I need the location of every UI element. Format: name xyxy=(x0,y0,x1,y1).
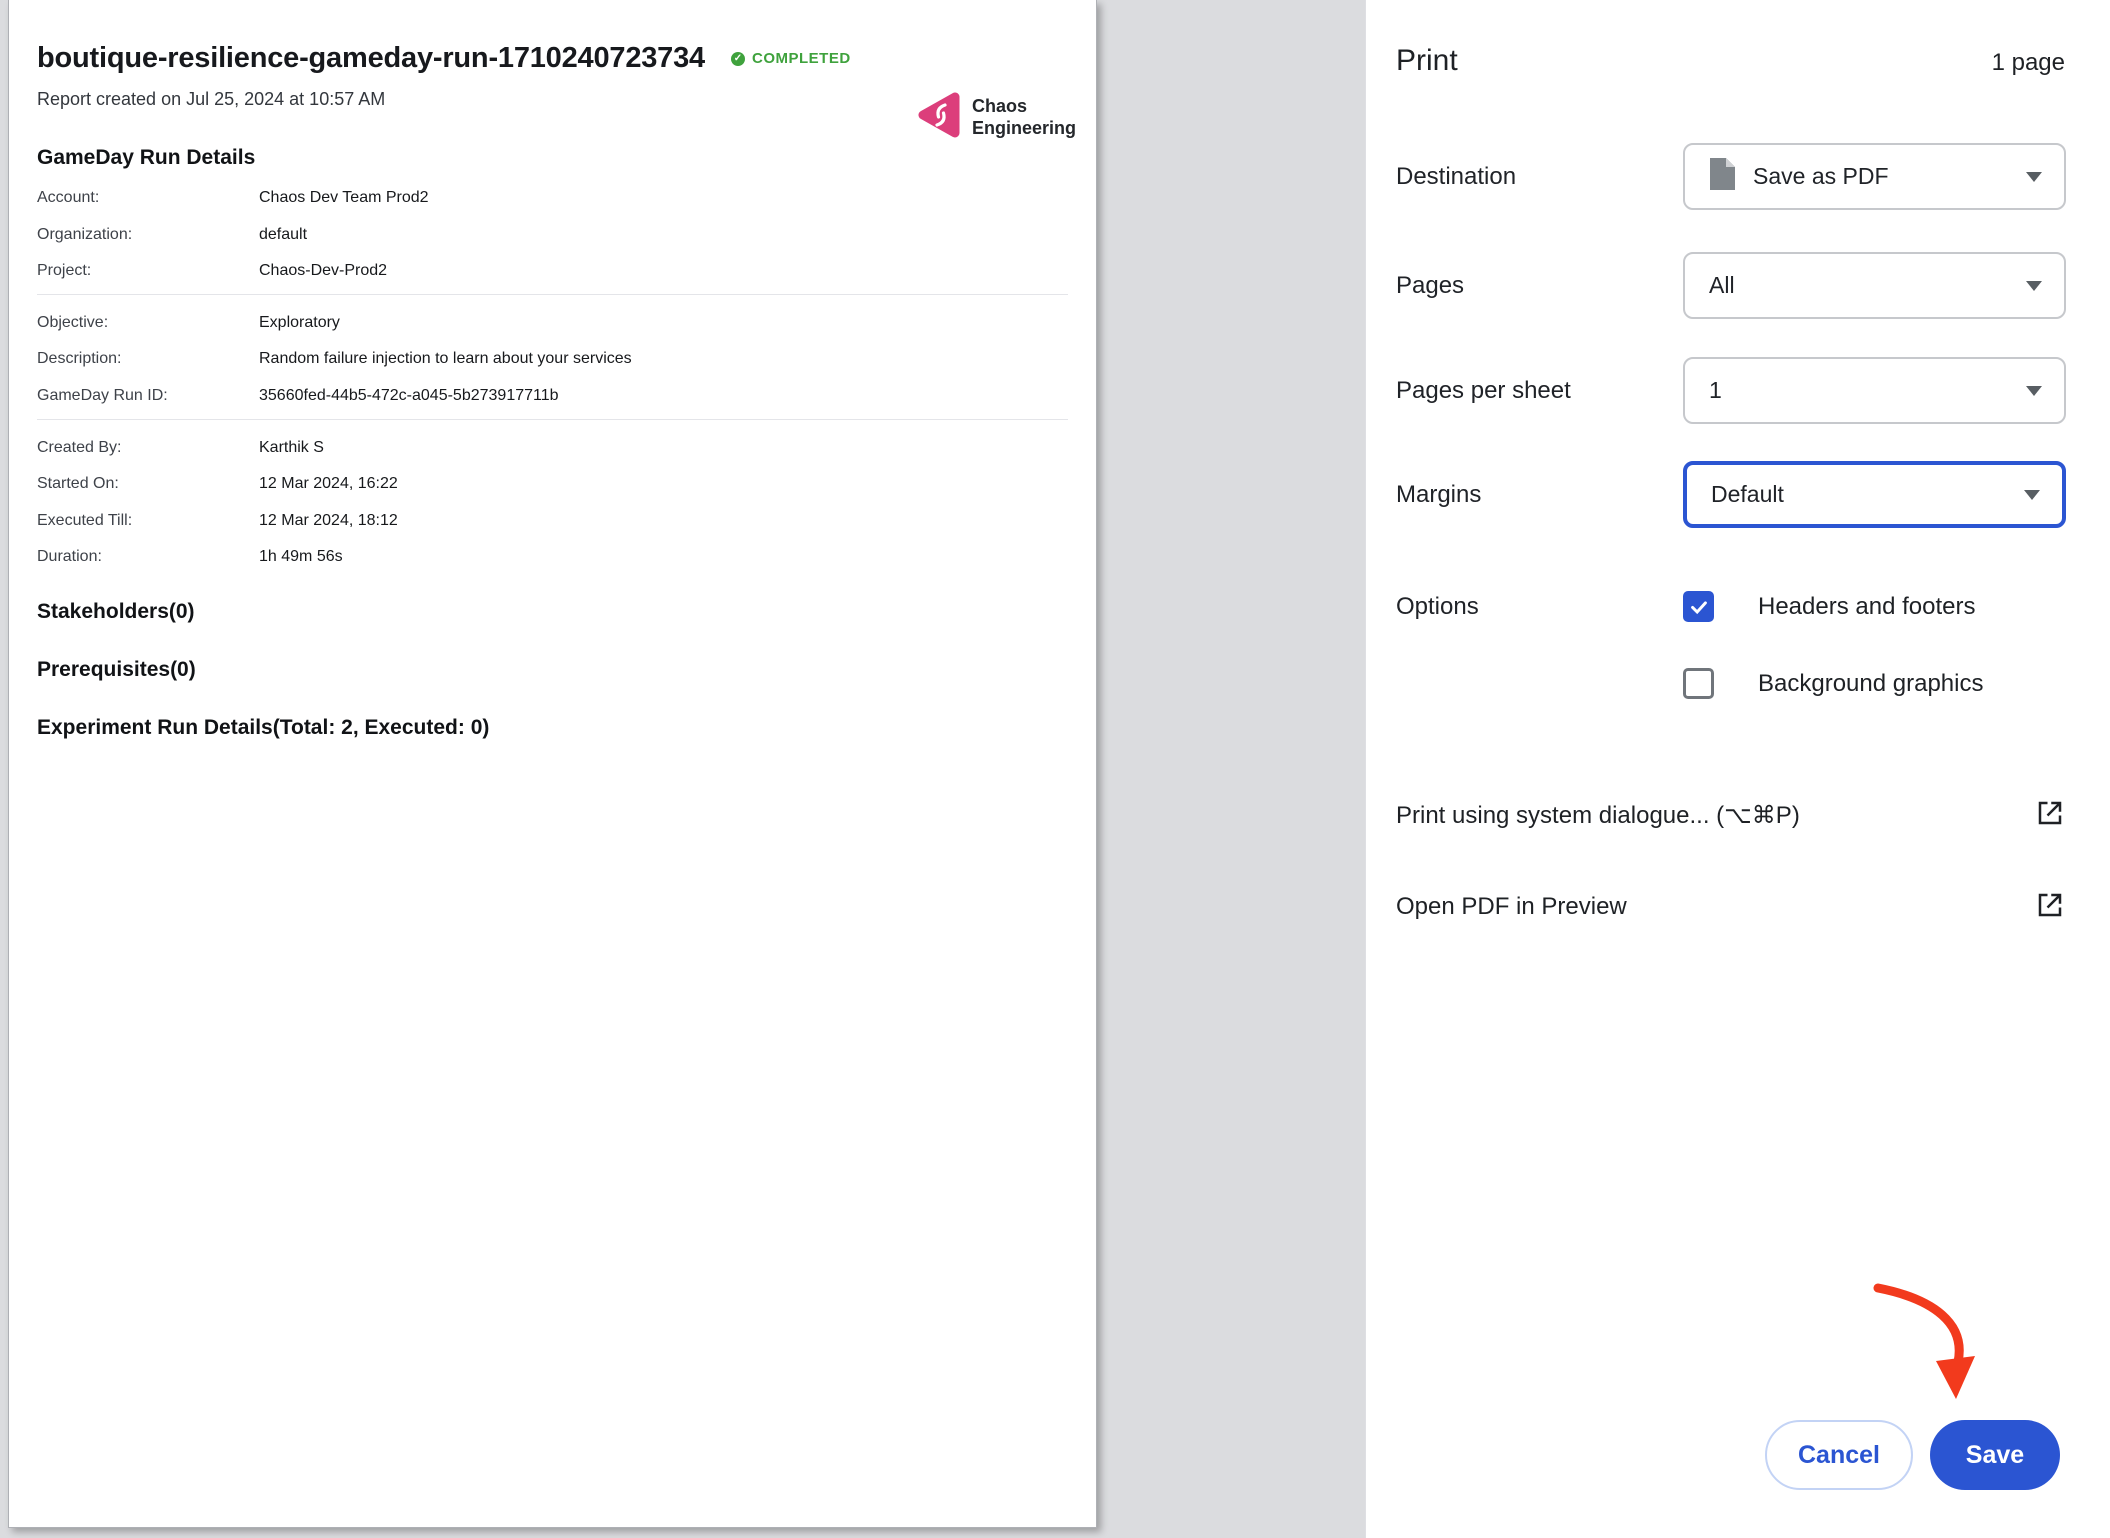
detail-label: Duration: xyxy=(37,548,259,566)
detail-value: Karthik S xyxy=(259,439,324,457)
section-heading-gameday-run-details: GameDay Run Details xyxy=(37,146,1068,170)
detail-label: Description: xyxy=(37,350,259,368)
open-pdf-preview-label: Open PDF in Preview xyxy=(1396,893,1627,921)
prerequisites-heading: Prerequisites(0) xyxy=(37,658,1068,682)
margins-select[interactable]: Default xyxy=(1683,461,2066,528)
destination-select[interactable]: Save as PDF xyxy=(1683,143,2066,210)
chaos-triangle-icon xyxy=(916,90,962,145)
experiment-run-details-heading: Experiment Run Details(Total: 2, Execute… xyxy=(37,716,1068,740)
detail-value: default xyxy=(259,226,307,244)
pages-per-sheet-select[interactable]: 1 xyxy=(1683,357,2066,424)
print-settings-panel: Print 1 page Destination Save as PDF Pag… xyxy=(1365,0,2110,1538)
print-title: Print xyxy=(1396,44,1458,78)
status-badge-label: COMPLETED xyxy=(752,50,851,67)
report-page: boutique-resilience-gameday-run-17102407… xyxy=(8,0,1097,1528)
report-header: boutique-resilience-gameday-run-17102407… xyxy=(37,42,1068,75)
detail-label: Organization: xyxy=(37,226,259,244)
detail-value: Exploratory xyxy=(259,314,340,332)
chaos-engineering-logo: Chaos Engineering xyxy=(916,90,1076,145)
external-link-icon xyxy=(2035,890,2065,925)
background-graphics-checkbox[interactable] xyxy=(1683,668,1714,699)
check-circle-icon: ✓ xyxy=(731,52,745,66)
report-page-content: boutique-resilience-gameday-run-17102407… xyxy=(9,42,1096,1538)
headers-footers-checkbox[interactable] xyxy=(1683,591,1714,622)
detail-row-created-by: Created By: Karthik S xyxy=(37,439,1068,457)
divider xyxy=(37,294,1068,295)
detail-row-project: Project: Chaos-Dev-Prod2 xyxy=(37,262,1068,280)
margins-row: Margins Default xyxy=(1396,461,2065,528)
detail-value: Chaos Dev Team Prod2 xyxy=(259,189,429,207)
pages-per-sheet-value: 1 xyxy=(1709,377,1722,404)
detail-row-account: Account: Chaos Dev Team Prod2 xyxy=(37,189,1068,207)
open-pdf-preview-button[interactable]: Open PDF in Preview xyxy=(1396,887,2065,927)
save-button[interactable]: Save xyxy=(1930,1420,2060,1490)
chevron-down-icon xyxy=(2026,281,2042,291)
report-title: boutique-resilience-gameday-run-17102407… xyxy=(37,42,705,75)
options-label: Options xyxy=(1396,591,1479,622)
pdf-file-icon xyxy=(1709,158,1735,196)
detail-row-gameday-run-id: GameDay Run ID: 35660fed-44b5-472c-a045-… xyxy=(37,387,1068,405)
page-count: 1 page xyxy=(1992,49,2065,77)
external-link-icon xyxy=(2035,798,2065,833)
margins-label: Margins xyxy=(1396,481,1481,508)
print-preview-area: boutique-resilience-gameday-run-17102407… xyxy=(0,0,1365,1538)
stakeholders-heading: Stakeholders(0) xyxy=(37,600,1068,624)
destination-label: Destination xyxy=(1396,163,1516,190)
logo-text-line1: Chaos xyxy=(972,96,1076,117)
chevron-down-icon xyxy=(2024,490,2040,500)
detail-label: GameDay Run ID: xyxy=(37,387,259,405)
destination-row: Destination Save as PDF xyxy=(1396,143,2065,210)
detail-label: Account: xyxy=(37,189,259,207)
detail-label: Objective: xyxy=(37,314,259,332)
system-dialog-print-button[interactable]: Print using system dialogue... (⌥⌘P) xyxy=(1396,795,2065,835)
logo-text-line2: Engineering xyxy=(972,118,1076,139)
detail-value: Random failure injection to learn about … xyxy=(259,350,632,368)
detail-row-objective: Objective: Exploratory xyxy=(37,314,1068,332)
report-created-line: Report created on Jul 25, 2024 at 10:57 … xyxy=(37,89,1068,110)
detail-row-started-on: Started On: 12 Mar 2024, 16:22 xyxy=(37,475,1068,493)
chevron-down-icon xyxy=(2026,386,2042,396)
pages-select[interactable]: All xyxy=(1683,252,2066,319)
cancel-button[interactable]: Cancel xyxy=(1765,1420,1913,1490)
pages-per-sheet-row: Pages per sheet 1 xyxy=(1396,357,2065,424)
detail-label: Project: xyxy=(37,262,259,280)
status-badge: ✓ COMPLETED xyxy=(731,50,851,67)
detail-label: Executed Till: xyxy=(37,512,259,530)
detail-row-description: Description: Random failure injection to… xyxy=(37,350,1068,368)
chevron-down-icon xyxy=(2026,172,2042,182)
pages-per-sheet-label: Pages per sheet xyxy=(1396,377,1571,404)
background-graphics-option[interactable]: Background graphics xyxy=(1683,668,1983,699)
detail-row-organization: Organization: default xyxy=(37,226,1068,244)
headers-footers-option[interactable]: Headers and footers xyxy=(1683,591,1975,622)
detail-value: 12 Mar 2024, 16:22 xyxy=(259,475,398,493)
logo-text: Chaos Engineering xyxy=(972,96,1076,138)
panel-header: Print 1 page xyxy=(1396,44,2065,78)
margins-value: Default xyxy=(1711,481,1784,508)
detail-value: 1h 49m 56s xyxy=(259,548,343,566)
detail-row-executed-till: Executed Till: 12 Mar 2024, 18:12 xyxy=(37,512,1068,530)
system-dialog-print-label: Print using system dialogue... (⌥⌘P) xyxy=(1396,801,1800,830)
destination-value: Save as PDF xyxy=(1753,163,1889,190)
detail-value: 35660fed-44b5-472c-a045-5b273917711b xyxy=(259,387,559,405)
pages-value: All xyxy=(1709,272,1735,299)
detail-value: 12 Mar 2024, 18:12 xyxy=(259,512,398,530)
pages-row: Pages All xyxy=(1396,252,2065,319)
print-dialog-screen: boutique-resilience-gameday-run-17102407… xyxy=(0,0,2110,1538)
background-graphics-label: Background graphics xyxy=(1758,668,1983,699)
divider xyxy=(37,419,1068,420)
detail-value: Chaos-Dev-Prod2 xyxy=(259,262,387,280)
detail-label: Started On: xyxy=(37,475,259,493)
detail-label: Created By: xyxy=(37,439,259,457)
pages-label: Pages xyxy=(1396,272,1464,299)
headers-footers-label: Headers and footers xyxy=(1758,591,1975,622)
detail-row-duration: Duration: 1h 49m 56s xyxy=(37,548,1068,566)
